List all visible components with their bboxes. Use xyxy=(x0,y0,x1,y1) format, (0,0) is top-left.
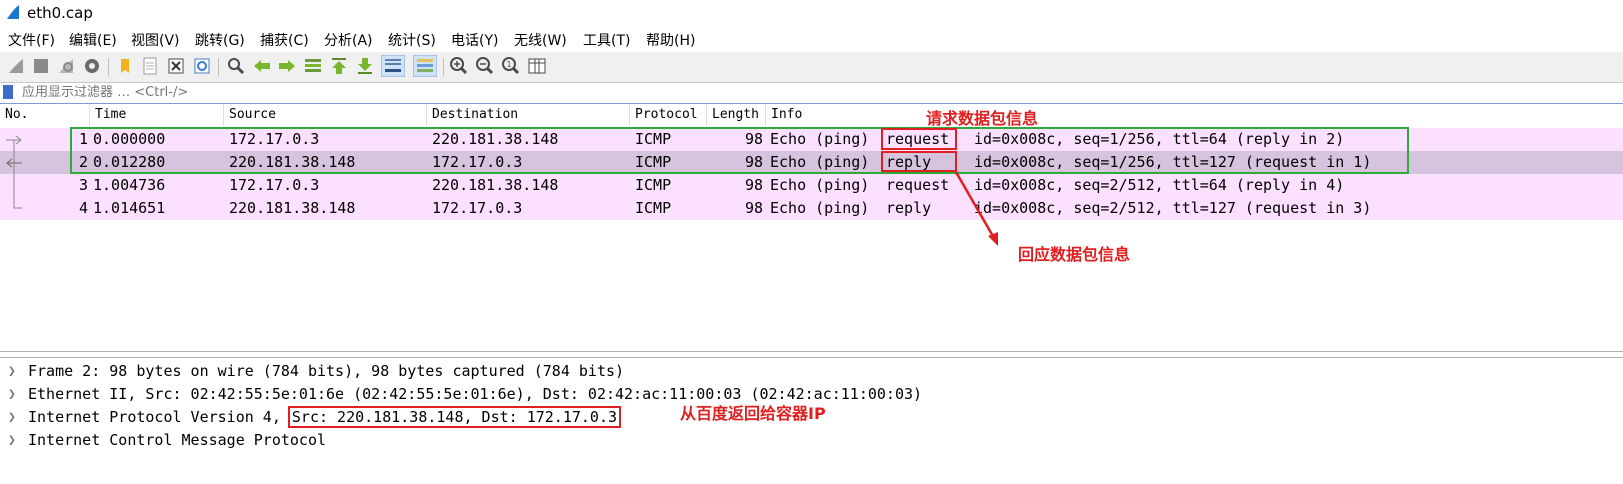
request-reply-pair-highlight xyxy=(70,127,1409,174)
column-header-length[interactable]: Length xyxy=(707,104,766,126)
packet-protocol: ICMP xyxy=(635,176,672,194)
column-header-source[interactable]: Source xyxy=(224,104,427,126)
request-annotation-label: 请求数据包信息 xyxy=(926,109,1039,128)
packet-row[interactable]: 3 1.004736 172.17.0.3 220.181.38.148 ICM… xyxy=(0,174,1623,197)
detail-text: Internet Protocol Version 4, Src: 220.18… xyxy=(28,406,622,429)
detail-row-icmp[interactable]: ❯ Internet Control Message Protocol xyxy=(0,429,1623,452)
open-file-icon[interactable] xyxy=(115,56,135,76)
restart-capture-icon[interactable] xyxy=(56,56,76,76)
request-arrow-icon xyxy=(6,135,22,151)
bookmark-icon[interactable] xyxy=(3,85,13,99)
save-file-icon[interactable] xyxy=(140,56,160,76)
wireshark-fin-icon xyxy=(7,5,19,19)
packet-number: 3 xyxy=(78,176,88,194)
chevron-right-icon[interactable]: ❯ xyxy=(8,406,22,429)
go-to-packet-icon[interactable] xyxy=(303,56,323,76)
packet-length: 98 xyxy=(744,176,763,194)
packet-info-kind: reply xyxy=(886,199,932,217)
packet-details-pane: ❯ Frame 2: 98 bytes on wire (784 bits), … xyxy=(0,357,1623,484)
packet-info-detail: id=0x008c, seq=2/512, ttl=64 (reply in 4… xyxy=(974,176,1345,194)
column-header-info[interactable]: Info xyxy=(766,104,1623,126)
autoscroll-icon[interactable] xyxy=(381,55,405,77)
zoom-normal-icon[interactable]: 1 xyxy=(501,56,521,76)
reply-arrow-icon xyxy=(6,151,22,174)
menu-go[interactable]: 跳转(G) xyxy=(195,30,245,50)
packet-length: 98 xyxy=(744,199,763,217)
menu-statistics[interactable]: 统计(S) xyxy=(388,30,436,50)
ip-annotation-label: 从百度返回给容器IP xyxy=(680,404,826,423)
toolbar-separator xyxy=(443,58,444,76)
toolbar-separator xyxy=(108,58,109,76)
close-file-icon[interactable] xyxy=(166,56,186,76)
packet-row[interactable]: 4 1.014651 220.181.38.148 172.17.0.3 ICM… xyxy=(0,197,1623,220)
packet-destination: 172.17.0.3 xyxy=(432,199,523,217)
packet-protocol: ICMP xyxy=(635,199,672,217)
packet-number: 4 xyxy=(78,199,88,217)
related-line-end-icon xyxy=(13,197,22,209)
chevron-right-icon[interactable]: ❯ xyxy=(8,383,22,406)
svg-text:1: 1 xyxy=(507,60,512,69)
menu-bar: 文件(F) 编辑(E) 视图(V) 跳转(G) 捕获(C) 分析(A) 统计(S… xyxy=(0,27,1623,51)
chevron-right-icon[interactable]: ❯ xyxy=(8,429,22,452)
detail-text-prefix: Internet Protocol Version 4, xyxy=(28,408,290,426)
packet-info-detail: id=0x008c, seq=2/512, ttl=127 (request i… xyxy=(974,199,1372,217)
go-forward-icon[interactable] xyxy=(277,56,297,76)
column-header-protocol[interactable]: Protocol xyxy=(630,104,707,126)
go-back-icon[interactable] xyxy=(252,56,272,76)
first-packet-icon[interactable] xyxy=(329,56,349,76)
column-header-time[interactable]: Time xyxy=(90,104,224,126)
toolbar-separator xyxy=(218,58,219,76)
display-filter-bar xyxy=(0,82,1623,104)
menu-capture[interactable]: 捕获(C) xyxy=(260,30,309,50)
column-header-no[interactable]: No. xyxy=(0,104,90,126)
reload-file-icon[interactable] xyxy=(192,56,212,76)
stop-capture-icon[interactable] xyxy=(31,56,51,76)
packet-destination: 220.181.38.148 xyxy=(432,176,559,194)
packet-source: 172.17.0.3 xyxy=(229,176,320,194)
packet-info-type: Echo (ping) xyxy=(770,176,870,194)
detail-row-frame[interactable]: ❯ Frame 2: 98 bytes on wire (784 bits), … xyxy=(0,360,1623,383)
zoom-in-icon[interactable] xyxy=(449,56,469,76)
column-header-destination[interactable]: Destination xyxy=(427,104,630,126)
title-bar: eth0.cap xyxy=(0,0,1623,26)
start-capture-icon[interactable] xyxy=(6,56,26,76)
menu-tools[interactable]: 工具(T) xyxy=(583,30,630,50)
menu-view[interactable]: 视图(V) xyxy=(131,30,180,50)
menu-telephony[interactable]: 电话(Y) xyxy=(451,30,498,50)
zoom-out-icon[interactable] xyxy=(475,56,495,76)
menu-wireless[interactable]: 无线(W) xyxy=(514,30,567,50)
related-line-icon xyxy=(13,174,15,197)
menu-help[interactable]: 帮助(H) xyxy=(646,30,695,50)
packet-source: 220.181.38.148 xyxy=(229,199,356,217)
reply-highlight-box xyxy=(881,151,957,172)
resize-columns-icon[interactable] xyxy=(527,56,547,76)
packet-info-type: Echo (ping) xyxy=(770,199,870,217)
last-packet-icon[interactable] xyxy=(355,56,375,76)
capture-options-icon[interactable] xyxy=(82,56,102,76)
ip-src-dst-highlight: Src: 220.181.38.148, Dst: 172.17.0.3 xyxy=(287,406,622,428)
packet-info-kind: request xyxy=(886,176,950,194)
annotation-arrow-icon xyxy=(954,171,998,246)
packet-time: 1.004736 xyxy=(93,176,166,194)
display-filter-input[interactable] xyxy=(22,84,1582,100)
menu-edit[interactable]: 编辑(E) xyxy=(69,30,117,50)
find-packet-icon[interactable] xyxy=(226,56,246,76)
detail-text: Internet Control Message Protocol xyxy=(28,431,327,449)
window-title: eth0.cap xyxy=(27,4,93,22)
main-toolbar: 1 xyxy=(0,52,1623,83)
detail-text: Frame 2: 98 bytes on wire (784 bits), 98… xyxy=(28,362,625,380)
packet-time: 1.014651 xyxy=(93,199,166,217)
request-highlight-box xyxy=(881,128,957,150)
chevron-right-icon[interactable]: ❯ xyxy=(8,360,22,383)
colorize-icon[interactable] xyxy=(413,55,437,77)
reply-annotation-label: 回应数据包信息 xyxy=(1018,245,1131,264)
packet-list-pane: No. Time Source Destination Protocol Len… xyxy=(0,104,1623,352)
menu-analyze[interactable]: 分析(A) xyxy=(324,30,373,50)
menu-file[interactable]: 文件(F) xyxy=(8,30,55,50)
